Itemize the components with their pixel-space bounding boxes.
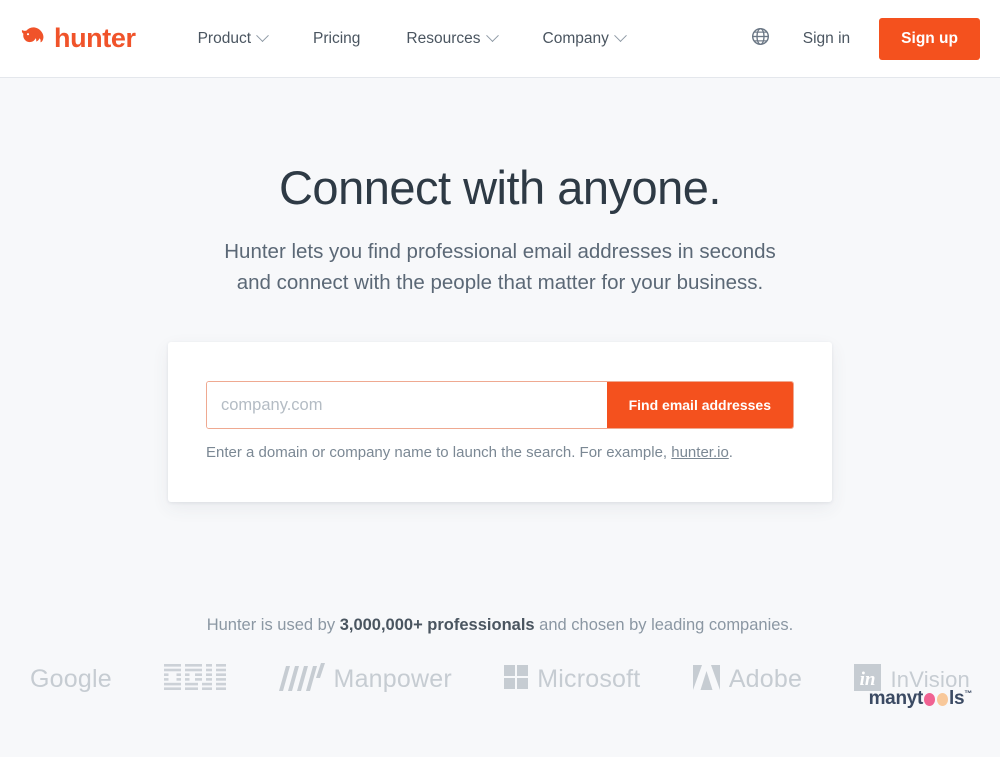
microsoft-squares-icon xyxy=(504,665,529,694)
watermark-part1: manyt xyxy=(868,688,924,709)
language-selector[interactable] xyxy=(747,25,775,53)
svg-text:in: in xyxy=(860,669,876,690)
hero-subtitle: Hunter lets you find professional email … xyxy=(0,236,1000,298)
manpower-bars-icon xyxy=(278,663,325,696)
logo-manpower: Manpower xyxy=(278,663,452,696)
proof-text-before: Hunter is used by xyxy=(206,616,340,634)
main-navigation: Product Pricing Resources Company xyxy=(197,29,648,48)
nav-item-resources[interactable]: Resources xyxy=(383,29,519,48)
watermark-dot-pink xyxy=(924,693,936,706)
nav-item-company[interactable]: Company xyxy=(520,29,648,48)
brand-name: hunter xyxy=(54,23,136,53)
social-proof-text: Hunter is used by 3,000,000+ professiona… xyxy=(0,616,1000,635)
search-hint: Enter a domain or company name to launch… xyxy=(206,444,794,461)
watermark-dot-peach xyxy=(937,693,949,706)
sign-up-button[interactable]: Sign up xyxy=(879,17,980,60)
chevron-down-icon xyxy=(613,29,627,43)
nav-label-product: Product xyxy=(197,29,252,47)
nav-item-product[interactable]: Product xyxy=(197,29,290,48)
logo-microsoft-label: Microsoft xyxy=(537,665,641,693)
header-actions: Sign in Sign up xyxy=(747,17,980,60)
nav-label-company: Company xyxy=(542,29,609,47)
hero-section: Connect with anyone. Hunter lets you fin… xyxy=(0,78,1000,502)
customer-logo-strip: Google Manpower Microsoft Adobe in InVis… xyxy=(0,663,1000,709)
hunter-hound-icon xyxy=(21,26,45,51)
domain-search-input[interactable] xyxy=(207,382,607,428)
search-hint-prefix: Enter a domain or company name to launch… xyxy=(206,444,672,461)
globe-icon xyxy=(751,27,770,51)
hero-subtitle-line1: Hunter lets you find professional email … xyxy=(224,239,776,263)
logo-manpower-label: Manpower xyxy=(333,665,452,693)
logo-google: Google xyxy=(30,667,112,692)
chevron-down-icon xyxy=(485,29,499,43)
manytools-watermark: manyt ls ™ xyxy=(868,688,973,710)
nav-label-resources: Resources xyxy=(406,29,481,47)
watermark-tm: ™ xyxy=(964,689,972,698)
sign-in-link[interactable]: Sign in xyxy=(803,30,850,48)
logo-adobe-label: Adobe xyxy=(728,665,803,693)
page-title: Connect with anyone. xyxy=(278,161,722,214)
proof-text-after: and chosen by leading companies. xyxy=(534,616,794,634)
find-email-addresses-button[interactable]: Find email addresses xyxy=(606,382,793,428)
chevron-down-icon xyxy=(256,29,269,43)
search-hint-suffix: . xyxy=(728,444,733,461)
logo-ibm xyxy=(164,664,227,695)
nav-label-pricing: Pricing xyxy=(313,29,361,47)
logo-microsoft: Microsoft xyxy=(504,665,640,694)
domain-search-card: Find email addresses Enter a domain or c… xyxy=(168,342,832,502)
brand-logo[interactable]: hunter xyxy=(21,25,136,52)
nav-item-pricing[interactable]: Pricing xyxy=(290,30,383,48)
search-row: Find email addresses xyxy=(206,381,794,429)
watermark-part2: ls xyxy=(949,688,965,709)
ibm-striped-icon xyxy=(164,664,227,695)
hero-subtitle-line2: and connect with the people that matter … xyxy=(236,270,764,294)
site-header: hunter Product Pricing Resources Company xyxy=(0,0,1000,78)
logo-google-label: Google xyxy=(30,665,112,693)
adobe-a-icon xyxy=(692,664,720,695)
logo-adobe: Adobe xyxy=(692,664,803,695)
hunter-io-example-link[interactable]: hunter.io xyxy=(671,444,729,461)
proof-highlight: 3,000,000+ professionals xyxy=(339,616,535,634)
